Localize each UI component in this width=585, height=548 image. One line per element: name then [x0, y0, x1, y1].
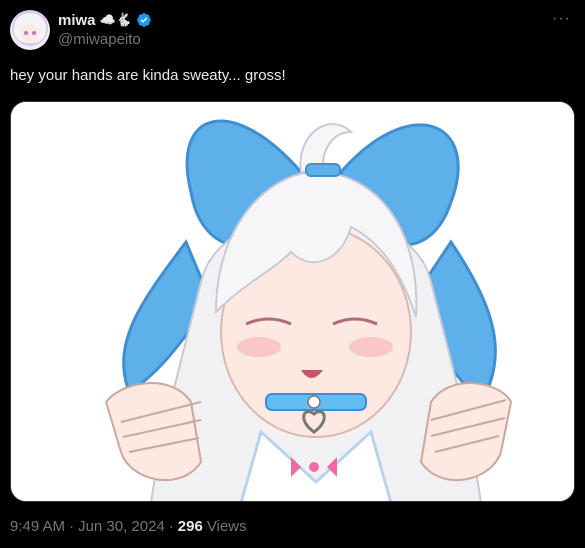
tweet-meta: 9:49 AM · Jun 30, 2024 · 296 Views — [10, 518, 247, 535]
cloud-rabbit-emoji: ☁️🐇 — [99, 12, 132, 27]
more-options-icon[interactable]: ··· — [552, 10, 571, 28]
views-count: 296 — [177, 518, 203, 535]
author-name[interactable]: miwa — [58, 12, 96, 29]
tweet-time[interactable]: 9:49 AM — [10, 518, 65, 535]
tweet-date[interactable]: Jun 30, 2024 — [78, 518, 165, 535]
tweet-text: hey your hands are kinda sweaty... gross… — [10, 67, 286, 84]
author-handle[interactable]: @miwapeito — [58, 31, 141, 48]
views-label: Views — [206, 518, 247, 535]
tweet: miwa ☁️🐇 @miwapeito ··· hey your hands a… — [0, 0, 585, 548]
avatar[interactable] — [10, 10, 50, 50]
separator-dot: · — [168, 518, 174, 535]
author-row: miwa ☁️🐇 — [58, 10, 152, 30]
anime-girl-illustration — [11, 102, 574, 501]
tweet-image[interactable] — [10, 101, 575, 502]
verified-badge-icon — [137, 13, 151, 27]
separator-dot: · — [69, 518, 75, 535]
